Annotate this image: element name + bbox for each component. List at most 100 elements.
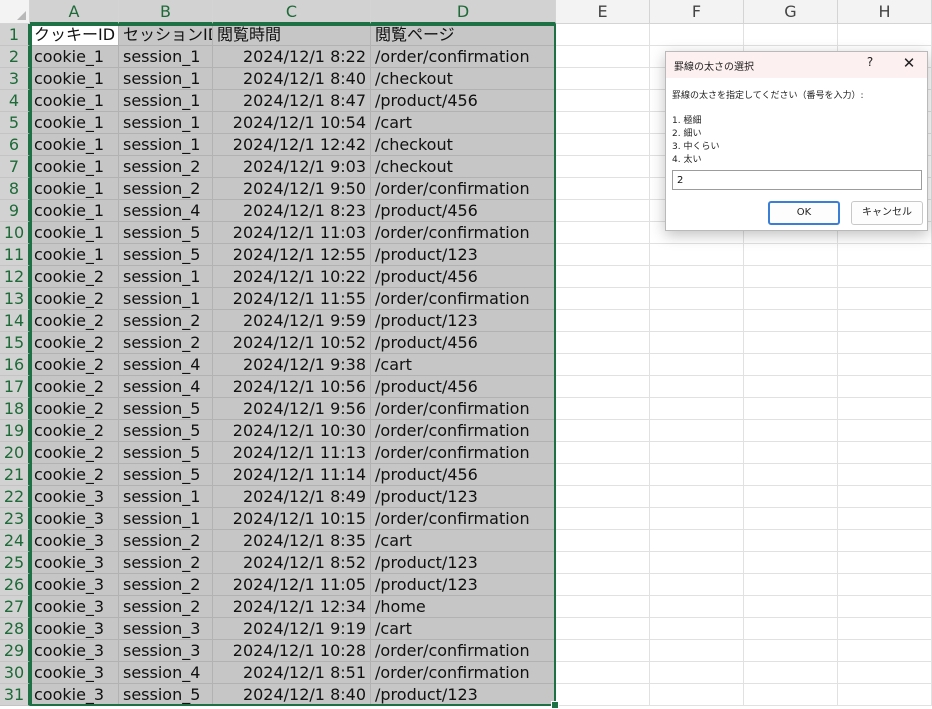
empty-cell[interactable] — [650, 508, 744, 530]
empty-cell[interactable] — [556, 640, 650, 662]
empty-cell[interactable] — [556, 618, 650, 640]
empty-cell[interactable] — [838, 684, 932, 706]
table-cell[interactable]: 2024/12/1 8:35 — [213, 530, 371, 552]
table-cell[interactable]: /order/confirmation — [371, 398, 556, 420]
table-cell[interactable]: 2024/12/1 10:30 — [213, 420, 371, 442]
empty-cell[interactable] — [650, 398, 744, 420]
table-cell[interactable]: /product/456 — [371, 90, 556, 112]
empty-cell[interactable] — [744, 596, 838, 618]
table-cell[interactable]: session_2 — [119, 178, 213, 200]
header-cell[interactable]: 閲覧ページ — [371, 24, 556, 46]
table-cell[interactable]: /cart — [371, 530, 556, 552]
table-cell[interactable]: session_4 — [119, 662, 213, 684]
empty-cell[interactable] — [556, 376, 650, 398]
empty-cell[interactable] — [650, 376, 744, 398]
table-cell[interactable]: session_2 — [119, 310, 213, 332]
empty-cell[interactable] — [744, 398, 838, 420]
ok-button[interactable]: OK — [768, 201, 840, 225]
table-cell[interactable]: cookie_2 — [30, 398, 119, 420]
empty-cell[interactable] — [838, 618, 932, 640]
table-cell[interactable]: 2024/12/1 9:59 — [213, 310, 371, 332]
empty-cell[interactable] — [650, 442, 744, 464]
empty-cell[interactable] — [744, 354, 838, 376]
header-cell[interactable]: セッションID — [119, 24, 213, 46]
empty-cell[interactable] — [556, 288, 650, 310]
empty-cell[interactable] — [650, 684, 744, 706]
table-cell[interactable]: session_2 — [119, 530, 213, 552]
table-cell[interactable]: /product/456 — [371, 332, 556, 354]
table-cell[interactable]: cookie_3 — [30, 640, 119, 662]
empty-cell[interactable] — [650, 266, 744, 288]
empty-cell[interactable] — [556, 684, 650, 706]
table-cell[interactable]: cookie_2 — [30, 376, 119, 398]
empty-cell[interactable] — [556, 310, 650, 332]
empty-cell[interactable] — [556, 420, 650, 442]
empty-cell[interactable] — [556, 354, 650, 376]
table-cell[interactable]: /order/confirmation — [371, 442, 556, 464]
empty-cell[interactable] — [556, 200, 650, 222]
empty-cell[interactable] — [556, 552, 650, 574]
empty-cell[interactable] — [650, 574, 744, 596]
table-cell[interactable]: 2024/12/1 11:55 — [213, 288, 371, 310]
column-header-f[interactable]: F — [650, 0, 744, 24]
row-header[interactable]: 1 — [0, 24, 30, 46]
row-header[interactable]: 3 — [0, 68, 30, 90]
table-cell[interactable]: cookie_1 — [30, 68, 119, 90]
row-header[interactable]: 2 — [0, 46, 30, 68]
table-cell[interactable]: session_1 — [119, 90, 213, 112]
table-cell[interactable]: cookie_1 — [30, 112, 119, 134]
row-header[interactable]: 21 — [0, 464, 30, 486]
empty-cell[interactable] — [556, 244, 650, 266]
empty-cell[interactable] — [650, 596, 744, 618]
table-cell[interactable]: session_4 — [119, 376, 213, 398]
empty-cell[interactable] — [744, 24, 838, 46]
table-cell[interactable]: /product/123 — [371, 486, 556, 508]
empty-cell[interactable] — [744, 420, 838, 442]
empty-cell[interactable] — [744, 288, 838, 310]
column-header-h[interactable]: H — [838, 0, 932, 24]
empty-cell[interactable] — [744, 464, 838, 486]
row-header[interactable]: 10 — [0, 222, 30, 244]
empty-cell[interactable] — [650, 332, 744, 354]
row-header[interactable]: 27 — [0, 596, 30, 618]
empty-cell[interactable] — [744, 332, 838, 354]
table-cell[interactable]: 2024/12/1 10:54 — [213, 112, 371, 134]
table-cell[interactable]: /product/123 — [371, 244, 556, 266]
empty-cell[interactable] — [650, 288, 744, 310]
table-cell[interactable]: 2024/12/1 10:15 — [213, 508, 371, 530]
table-cell[interactable]: cookie_2 — [30, 354, 119, 376]
empty-cell[interactable] — [744, 310, 838, 332]
empty-cell[interactable] — [744, 618, 838, 640]
row-header[interactable]: 14 — [0, 310, 30, 332]
column-header-b[interactable]: B — [119, 0, 213, 24]
empty-cell[interactable] — [556, 398, 650, 420]
table-cell[interactable]: cookie_3 — [30, 486, 119, 508]
empty-cell[interactable] — [556, 68, 650, 90]
column-header-c[interactable]: C — [213, 0, 371, 24]
table-cell[interactable]: /order/confirmation — [371, 640, 556, 662]
table-cell[interactable]: session_1 — [119, 46, 213, 68]
row-header[interactable]: 18 — [0, 398, 30, 420]
column-header-d[interactable]: D — [371, 0, 556, 24]
table-cell[interactable]: /product/123 — [371, 684, 556, 706]
empty-cell[interactable] — [650, 530, 744, 552]
table-cell[interactable]: session_5 — [119, 684, 213, 706]
row-header[interactable]: 11 — [0, 244, 30, 266]
table-cell[interactable]: cookie_1 — [30, 222, 119, 244]
table-cell[interactable]: session_5 — [119, 222, 213, 244]
column-header-g[interactable]: G — [744, 0, 838, 24]
table-cell[interactable]: cookie_2 — [30, 288, 119, 310]
empty-cell[interactable] — [556, 46, 650, 68]
column-header-a[interactable]: A — [30, 0, 119, 24]
empty-cell[interactable] — [744, 574, 838, 596]
empty-cell[interactable] — [650, 310, 744, 332]
table-cell[interactable]: session_1 — [119, 266, 213, 288]
table-cell[interactable]: session_5 — [119, 442, 213, 464]
row-header[interactable]: 13 — [0, 288, 30, 310]
empty-cell[interactable] — [744, 244, 838, 266]
row-header[interactable]: 24 — [0, 530, 30, 552]
row-header[interactable]: 15 — [0, 332, 30, 354]
empty-cell[interactable] — [650, 354, 744, 376]
table-cell[interactable]: session_1 — [119, 68, 213, 90]
empty-cell[interactable] — [556, 90, 650, 112]
